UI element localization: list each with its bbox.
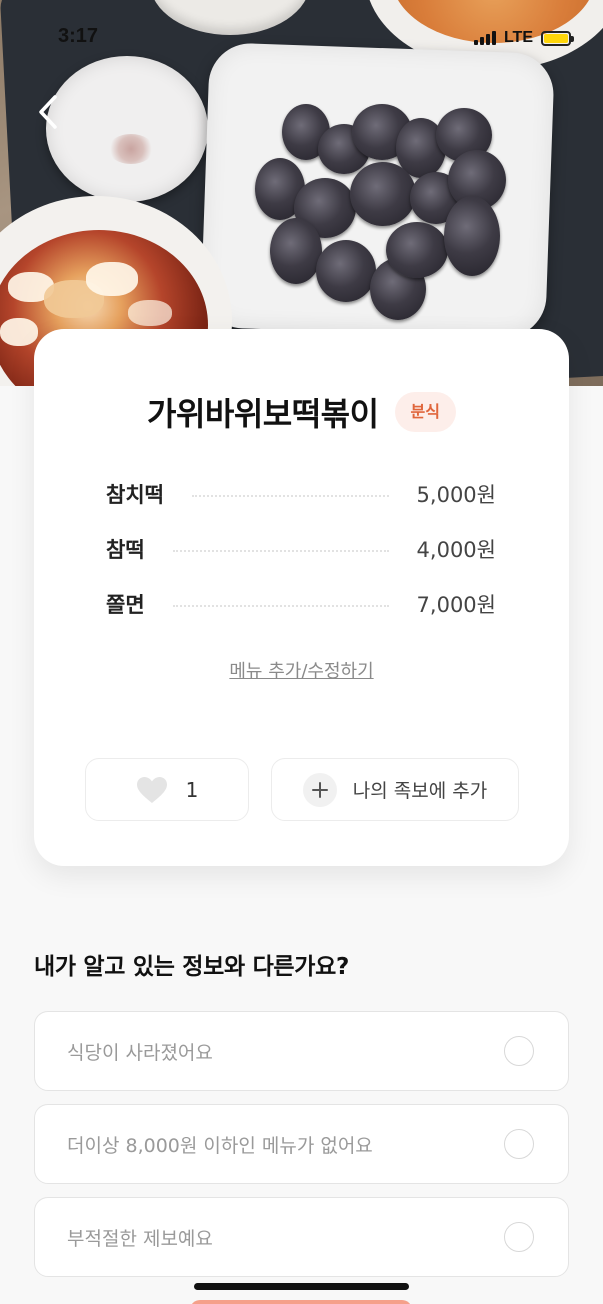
network-label: LTE [503,29,533,46]
store-detail-screen: 3:17 LTE 가위바위보떡볶이 분식 참치떡 5,000원 참떡 4,000… [0,0,603,1304]
status-time: 3:17 [58,25,99,47]
like-button[interactable]: 1 [85,758,249,821]
heart-icon [136,776,167,803]
dotted-leader [191,495,389,497]
report-option-label: 부적절한 제보예요 [67,1227,213,1250]
report-option-no-cheap-menu[interactable]: 더이상 8,000원 이하인 메뉴가 없어요 [34,1104,569,1184]
report-option-label: 더이상 8,000원 이하인 메뉴가 없어요 [67,1134,373,1157]
store-name: 가위바위보떡볶이 [147,395,379,433]
store-info-card: 가위바위보떡볶이 분식 참치떡 5,000원 참떡 4,000원 쫄면 7,00… [34,329,569,866]
radio-button[interactable] [504,1222,534,1252]
report-option-closed[interactable]: 식당이 사라졌어요 [34,1011,569,1091]
plus-icon [302,772,337,807]
dotted-leader [172,605,389,607]
status-indicators: LTE [473,29,574,47]
report-option-label: 식당이 사라졌어요 [67,1041,213,1064]
chevron-left-icon [39,95,57,129]
radio-button[interactable] [504,1129,534,1159]
menu-item-name: 참치떡 [106,483,164,507]
category-badge: 분식 [394,392,456,432]
menu-list: 참치떡 5,000원 참떡 4,000원 쫄면 7,000원 [106,479,496,644]
radio-button[interactable] [504,1036,534,1066]
store-title-row: 가위바위보떡볶이 분식 [34,389,569,435]
add-to-my-list-button[interactable]: 나의 족보에 추가 [271,758,519,821]
battery-icon [541,30,574,46]
back-button[interactable] [30,92,66,132]
add-to-my-list-label: 나의 족보에 추가 [352,780,488,802]
home-indicator [194,1283,409,1290]
bottom-submit-button-peek[interactable] [190,1300,412,1304]
menu-item-price: 7,000원 [416,593,496,617]
menu-item: 참떡 4,000원 [106,534,496,564]
menu-item-price: 4,000원 [416,538,496,562]
signal-icon [473,31,496,45]
like-count: 1 [185,777,199,802]
dotted-leader [172,550,389,552]
menu-item-name: 쫄면 [106,593,145,617]
edit-menu-link[interactable]: 메뉴 추가/수정하기 [34,657,569,683]
menu-item: 쫄면 7,000원 [106,589,496,619]
menu-item: 참치떡 5,000원 [106,479,496,509]
menu-item-name: 참떡 [106,538,145,562]
report-section-title: 내가 알고 있는 정보와 다른가요? [34,954,350,980]
menu-item-price: 5,000원 [416,483,496,507]
report-option-inappropriate[interactable]: 부적절한 제보예요 [34,1197,569,1277]
